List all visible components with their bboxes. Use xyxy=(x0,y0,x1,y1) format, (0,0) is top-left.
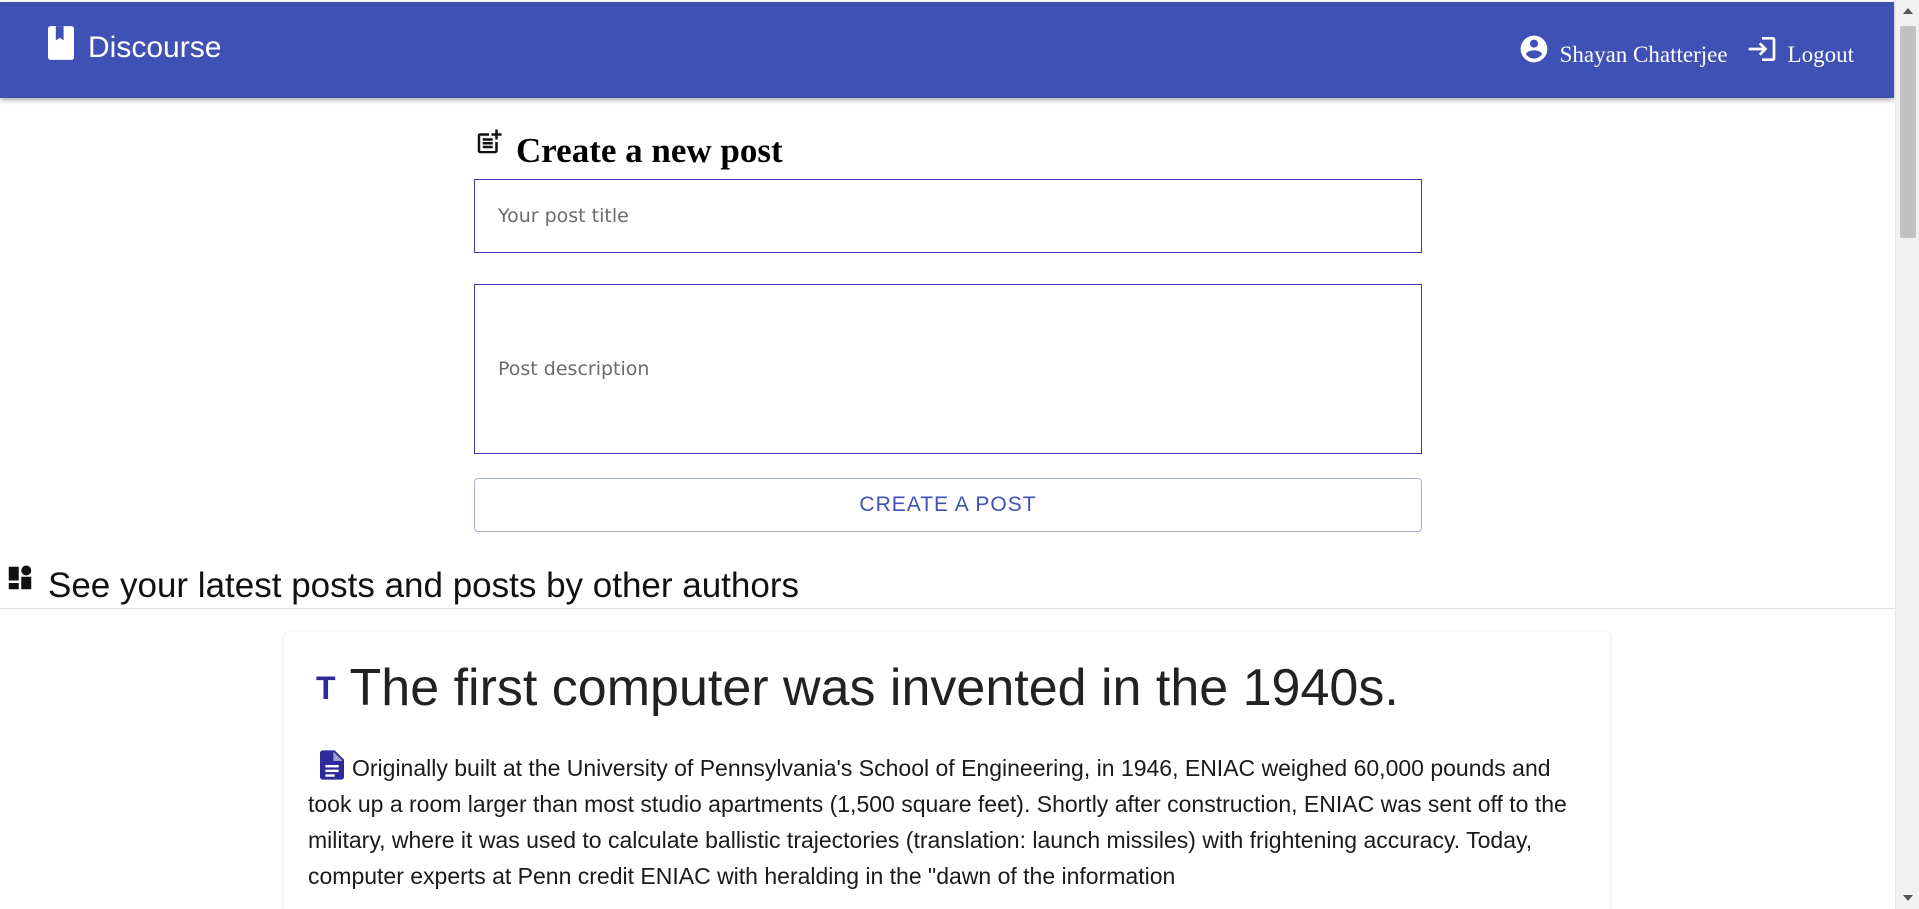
brand[interactable]: Discourse xyxy=(48,26,222,68)
scroll-down-arrow[interactable] xyxy=(1903,895,1913,901)
create-post-heading: Create a new post xyxy=(474,126,1422,170)
logout-label: Logout xyxy=(1787,42,1854,67)
posts-section-title: See your latest posts and posts by other… xyxy=(48,566,799,605)
app-bar: Discourse Shayan Chatterjee Logout xyxy=(0,2,1894,98)
scroll-thumb[interactable] xyxy=(1900,26,1916,238)
document-icon xyxy=(320,750,344,780)
title-icon: T xyxy=(316,670,336,706)
post-description-input[interactable] xyxy=(474,284,1422,454)
user-name: Shayan Chatterjee xyxy=(1559,42,1728,67)
post-card: T The first computer was invented in the… xyxy=(284,632,1610,909)
scroll-up-arrow[interactable] xyxy=(1903,8,1913,14)
section-divider xyxy=(0,608,1895,609)
post-title-row: T The first computer was invented in the… xyxy=(316,658,1586,718)
login-arrow-icon xyxy=(1748,37,1775,61)
posts-section-heading: See your latest posts and posts by other… xyxy=(4,560,799,606)
post-add-icon xyxy=(477,129,502,154)
app-title: Discourse xyxy=(88,31,222,64)
user-profile-link[interactable]: Shayan Chatterjee xyxy=(1518,30,1728,68)
page: Discourse Shayan Chatterjee Logout Creat… xyxy=(0,0,1895,909)
logout-button[interactable]: Logout xyxy=(1746,30,1854,68)
post-description-text: Originally built at the University of Pe… xyxy=(308,755,1567,889)
book-icon xyxy=(48,26,74,60)
post-title-input[interactable] xyxy=(474,179,1422,253)
header-nav: Shayan Chatterjee Logout xyxy=(1518,30,1854,68)
post-title: The first computer was invented in the 1… xyxy=(349,659,1399,717)
create-post-form: Create a new post CREATE A POST xyxy=(474,126,1422,532)
dashboard-icon xyxy=(8,565,32,590)
account-circle-icon xyxy=(1520,35,1547,63)
post-description: Originally built at the University of Pe… xyxy=(308,750,1580,894)
create-post-button[interactable]: CREATE A POST xyxy=(474,478,1422,532)
page-scrollbar[interactable] xyxy=(1895,0,1919,909)
create-post-title: Create a new post xyxy=(516,131,783,170)
